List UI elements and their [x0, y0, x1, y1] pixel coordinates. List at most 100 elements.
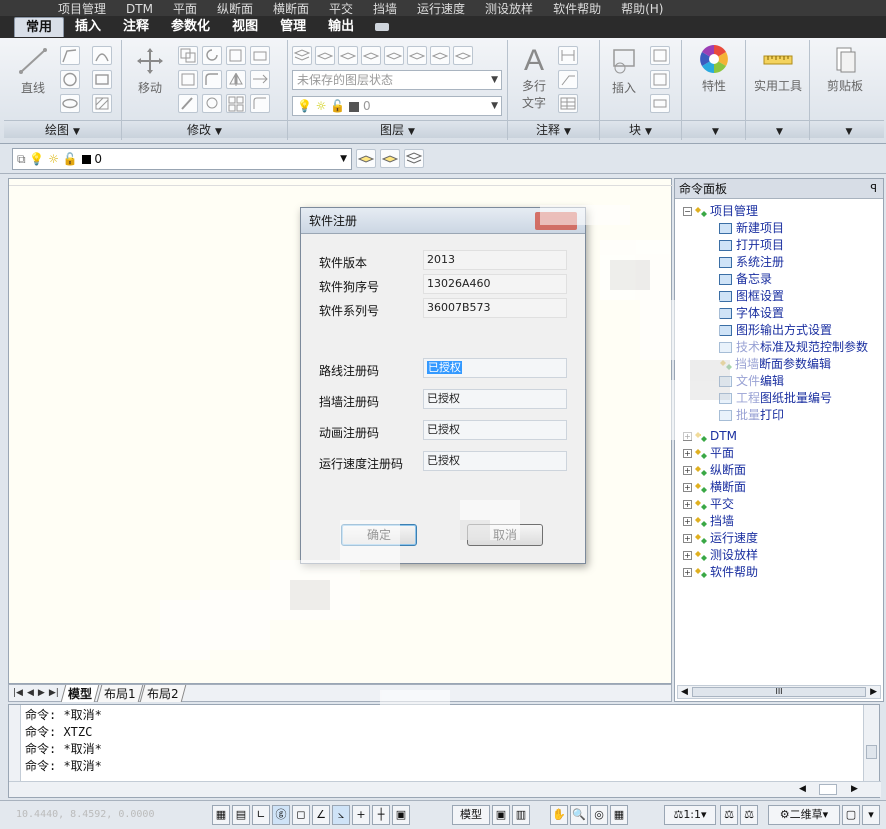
layer-freeze-tool[interactable]: [407, 46, 427, 65]
array-tool[interactable]: [226, 94, 246, 113]
tree-item[interactable]: 图形输出方式设置: [719, 322, 832, 338]
grid-toggle[interactable]: ▤: [232, 805, 250, 825]
pan-button[interactable]: ✋: [550, 805, 568, 825]
command-vscroll[interactable]: [863, 705, 879, 781]
clipboard-button[interactable]: 剪贴板: [814, 44, 876, 94]
expand-icon[interactable]: +: [683, 517, 692, 526]
layer-previous-tool[interactable]: [380, 149, 400, 168]
ellipse-tool[interactable]: [60, 94, 80, 113]
layout-view-button[interactable]: ▣: [492, 805, 510, 825]
tree-item[interactable]: 字体设置: [719, 305, 784, 321]
offset-tool[interactable]: [250, 94, 270, 113]
menu-item[interactable]: 挡墙: [373, 2, 397, 16]
layout-tab[interactable]: 模型: [60, 684, 100, 702]
fillet-tool[interactable]: [202, 70, 222, 89]
scroll-thumb[interactable]: III: [692, 687, 866, 697]
ok-button[interactable]: 确定: [341, 524, 417, 546]
hscroll-thumb[interactable]: [819, 784, 837, 795]
code-input[interactable]: 已授权: [423, 451, 567, 471]
leader-tool[interactable]: [558, 70, 578, 89]
cancel-button[interactable]: 取消: [467, 524, 543, 546]
menu-item[interactable]: 帮助(H): [621, 2, 663, 16]
first-tab-icon[interactable]: |◀: [13, 688, 23, 698]
steering-wheel-button[interactable]: ◎: [590, 805, 608, 825]
tree-root-project[interactable]: − 项目管理: [683, 203, 758, 219]
scroll-left-icon[interactable]: ◀: [799, 784, 806, 794]
tree-group[interactable]: + 纵断面: [683, 462, 746, 478]
last-tab-icon[interactable]: ▶|: [49, 688, 59, 698]
layer-state-combo[interactable]: 未保存的图层状态 ▼: [292, 70, 502, 90]
close-icon[interactable]: [535, 212, 577, 230]
otrack-toggle[interactable]: ∠: [312, 805, 330, 825]
dyn-toggle[interactable]: +: [352, 805, 370, 825]
ducs-toggle[interactable]: ⦣: [332, 805, 350, 825]
ribbon-tab[interactable]: 插入: [64, 17, 112, 37]
tree-group[interactable]: + 平面: [683, 445, 734, 461]
vscroll-thumb[interactable]: [866, 745, 877, 759]
layout-tab[interactable]: 布局1: [96, 684, 143, 702]
utilities-button[interactable]: 实用工具: [748, 44, 808, 94]
linear-dim-tool[interactable]: [558, 46, 578, 65]
status-menu-button[interactable]: ▾: [862, 805, 880, 825]
model-space-button[interactable]: 模型: [452, 805, 490, 825]
code-input[interactable]: 已授权: [423, 420, 567, 440]
current-layer-combo[interactable]: ⧉ 💡 ☼ 🔓 0 ▼: [12, 148, 352, 170]
layer-current-tool[interactable]: [315, 46, 335, 65]
multitext-button[interactable]: A 多行 文字: [514, 44, 554, 111]
panel-layer-title[interactable]: 图层 ▼: [288, 120, 507, 138]
layer-prev-tool[interactable]: [361, 46, 381, 65]
collapse-icon[interactable]: −: [683, 207, 692, 216]
expand-icon[interactable]: +: [683, 500, 692, 509]
scroll-left-icon[interactable]: ◀: [681, 687, 688, 697]
panel-draw-title[interactable]: 绘图 ▼: [4, 120, 121, 138]
menu-item[interactable]: 横断面: [273, 2, 309, 16]
tree-group[interactable]: + 挡墙: [683, 513, 734, 529]
create-block-tool[interactable]: [650, 46, 670, 65]
toolbar-lock-button[interactable]: ▢: [842, 805, 860, 825]
tree-group[interactable]: + 平交: [683, 496, 734, 512]
expand-icon[interactable]: +: [683, 534, 692, 543]
panel-block-title[interactable]: 块 ▼: [600, 120, 681, 138]
move-button[interactable]: 移动: [128, 46, 172, 96]
tree-group[interactable]: + 横断面: [683, 479, 746, 495]
command-line-grip[interactable]: [9, 705, 21, 781]
polar-toggle[interactable]: ⓖ: [272, 805, 290, 825]
auto-scale-button[interactable]: ⚖: [740, 805, 758, 825]
tree-item[interactable]: 备忘录: [719, 271, 772, 287]
pin-icon[interactable]: ꟼ: [870, 179, 877, 199]
rectangle-tool[interactable]: [92, 70, 112, 89]
expand-icon[interactable]: +: [683, 568, 692, 577]
panel-modify-title[interactable]: 修改 ▼: [122, 120, 287, 138]
rotate-tool[interactable]: [202, 46, 222, 65]
attribute-tool[interactable]: [650, 94, 670, 113]
code-input[interactable]: 已授权: [423, 389, 567, 409]
menu-item[interactable]: 运行速度: [417, 2, 465, 16]
tree-item[interactable]: 图框设置: [719, 288, 784, 304]
tree-item[interactable]: 文件编辑: [719, 373, 784, 389]
circle-tool[interactable]: [60, 70, 80, 89]
tree-item[interactable]: 技术标准及规范控制参数: [719, 339, 868, 355]
scroll-right-icon[interactable]: ▶: [851, 784, 858, 794]
tree-item[interactable]: 批量打印: [719, 407, 784, 423]
command-panel-hscroll[interactable]: ◀ III ▶: [677, 685, 881, 699]
qp-toggle[interactable]: ▣: [392, 805, 410, 825]
layer-lock-tool[interactable]: [453, 46, 473, 65]
ribbon-tab[interactable]: 常用: [14, 17, 65, 37]
layer-match-tool[interactable]: [338, 46, 358, 65]
snap-toggle[interactable]: ▦: [212, 805, 230, 825]
expand-icon[interactable]: +: [683, 483, 692, 492]
extend-tool[interactable]: [250, 70, 270, 89]
polyline-tool[interactable]: [60, 46, 80, 65]
annotation-visibility-button[interactable]: ⚖: [720, 805, 738, 825]
annotation-scale-button[interactable]: ⚖1:1▾: [664, 805, 716, 825]
menu-item[interactable]: 软件帮助: [553, 2, 601, 16]
insert-button[interactable]: 插入: [604, 46, 644, 96]
layer-manager-tool[interactable]: [404, 149, 424, 168]
copy-tool[interactable]: [178, 46, 198, 65]
osnap-toggle[interactable]: ◻: [292, 805, 310, 825]
panel-clipboard-title[interactable]: ▼: [810, 120, 884, 138]
scale-tool[interactable]: [178, 70, 198, 89]
showmotion-button[interactable]: ▦: [610, 805, 628, 825]
workspace-switch[interactable]: ⚙二维草▾: [768, 805, 840, 825]
mirror-tool[interactable]: [226, 70, 246, 89]
